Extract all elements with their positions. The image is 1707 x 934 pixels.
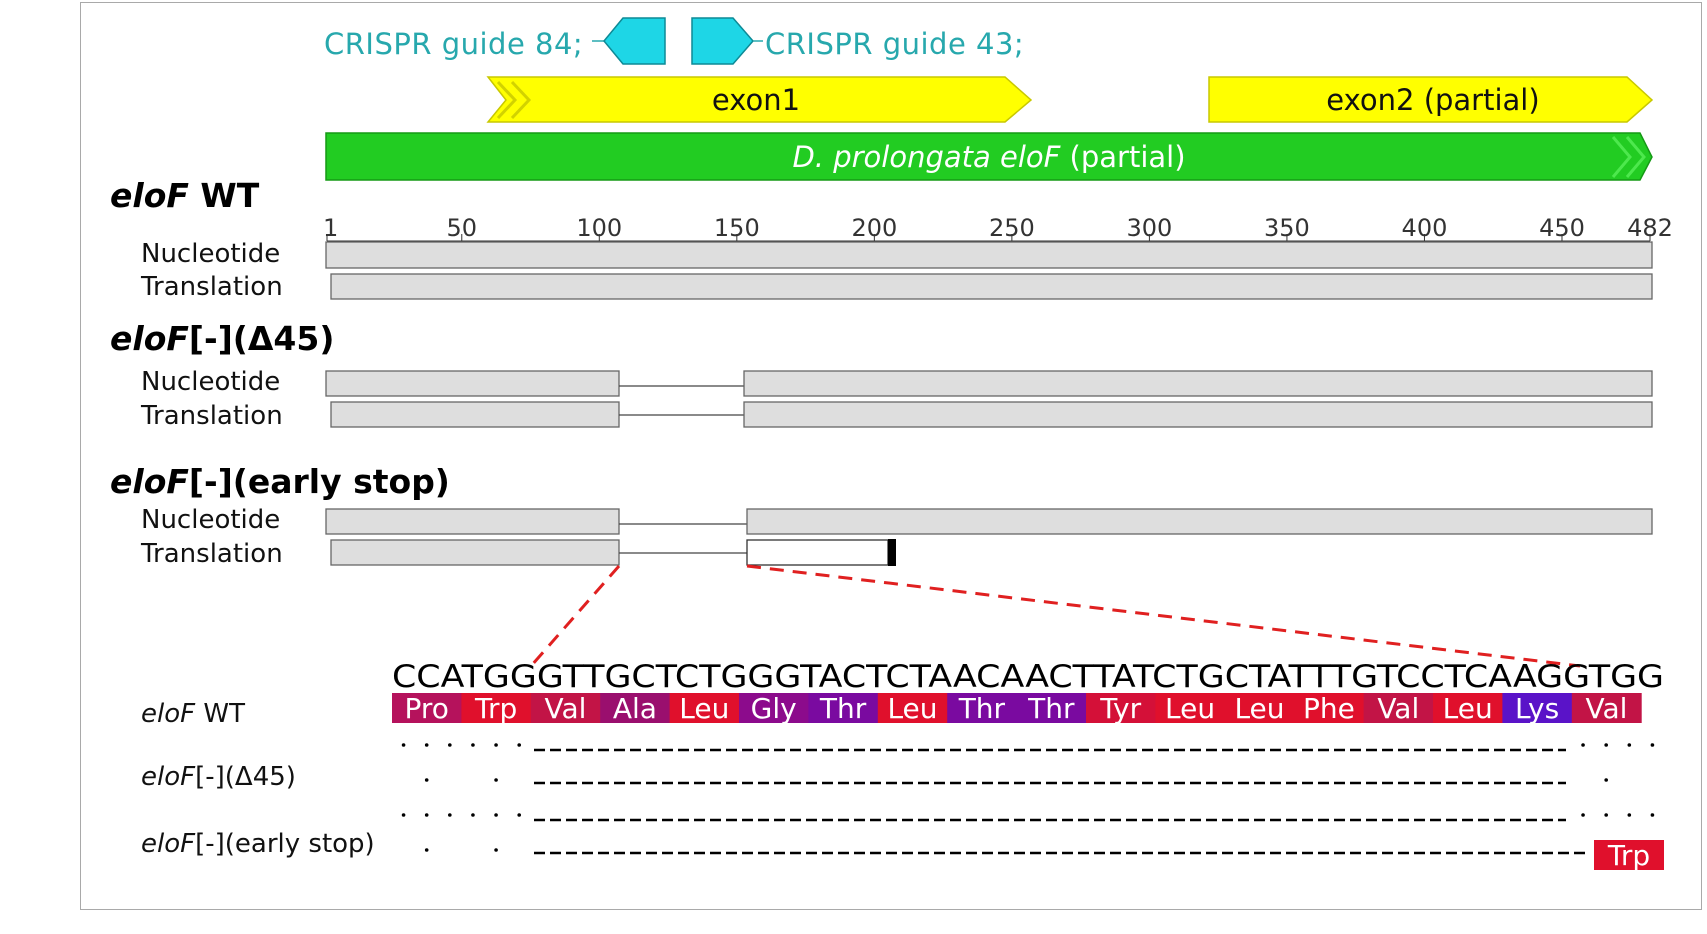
guide-43-arrow <box>691 17 754 65</box>
amino-acid-label: Gly <box>751 692 797 725</box>
d45-translation-label: Translation <box>140 401 283 431</box>
es-nucleotide-bar-right <box>746 508 1653 535</box>
exon2-label: exon2 (partial) <box>1326 83 1539 117</box>
zoom-line-left <box>529 565 621 667</box>
scale-tick-label: 350 <box>1264 214 1310 242</box>
es-translation-bar-left <box>330 539 620 566</box>
amino-acid-label: Thr <box>958 692 1006 725</box>
alignment-marks <box>401 743 1655 855</box>
scale-tick-label: 100 <box>576 214 622 242</box>
d45-nucleotide-bar-left <box>325 370 620 397</box>
guide-43-label: CRISPR guide 43; <box>765 27 1024 61</box>
guide-84-arrow <box>603 17 666 65</box>
es-stop-marker <box>888 539 896 566</box>
amino-acid-label: Leu <box>887 692 937 725</box>
scale-ticks: 1 50 100 150 200 250 300 350 400 450 482 <box>323 214 1673 242</box>
amino-acid-label: Tyr <box>1099 692 1141 725</box>
gene-diagram: CRISPR guide 84; CRISPR guide 43; exon1 … <box>110 17 1673 872</box>
d45-translation-bar-right <box>743 401 1653 428</box>
amino-acid-label: Ala <box>613 692 657 725</box>
wt-nucleotide-bar <box>325 241 1653 269</box>
stop-residue-label: Trp <box>1607 839 1650 872</box>
amino-acid-label: Val <box>545 692 587 725</box>
scale-tick-label: 1 <box>323 214 338 242</box>
scale-tick-label: 400 <box>1402 214 1448 242</box>
amino-acid-label: Thr <box>819 692 867 725</box>
amino-acid-label: Val <box>1377 692 1419 725</box>
zoom-line-right <box>746 564 1581 668</box>
amino-acid-label: Phe <box>1303 692 1355 725</box>
track-delta45-title: eloF[-](Δ45) <box>110 319 334 358</box>
amino-acid-label: Lys <box>1515 692 1559 725</box>
wt-sequence: CCATGGGTTGCTCTGGGTACTCTAACAACTTATCTGCTAT… <box>392 659 1664 695</box>
amino-acid-label: Pro <box>404 692 448 725</box>
d45-nucleotide-label: Nucleotide <box>141 367 280 397</box>
es-nucleotide-label: Nucleotide <box>141 505 280 535</box>
amino-acid-row: Pro Trp Val Ala Leu Gly Thr Leu Thr Thr Tyr Leu Leu P… <box>392 692 1642 725</box>
scale-tick-label: 450 <box>1539 214 1585 242</box>
es-nucleotide-bar-left <box>325 508 620 535</box>
es-translation-bar-truncated <box>746 539 889 566</box>
amino-acid-label: Thr <box>1027 692 1075 725</box>
guide-84-label: CRISPR guide 84; <box>324 27 583 61</box>
wt-nucleotide-label: Nucleotide <box>141 239 280 269</box>
wt-translation-bar <box>330 273 1653 300</box>
amino-acid-label: Trp <box>474 692 517 725</box>
amino-acid-label: Leu <box>1234 692 1284 725</box>
align-label-wt: eloF WT <box>141 699 245 729</box>
amino-acid-label: Leu <box>679 692 729 725</box>
scale-tick-label: 300 <box>1126 214 1172 242</box>
d45-nucleotide-bar-right <box>743 370 1653 397</box>
amino-acid-label: Leu <box>1443 692 1493 725</box>
amino-acid-label: Val <box>1586 692 1628 725</box>
track-earlystop-title: eloF[-](early stop) <box>110 462 450 501</box>
wt-translation-label: Translation <box>140 272 283 302</box>
scale-tick-label: 250 <box>989 214 1035 242</box>
align-label-d45: eloF[-](Δ45) <box>141 762 296 792</box>
scale-tick-label: 150 <box>714 214 760 242</box>
es-translation-label: Translation <box>140 539 283 569</box>
amino-acid-label: Leu <box>1165 692 1215 725</box>
exon1-label: exon1 <box>712 83 800 117</box>
scale-tick-label: 482 <box>1627 214 1673 242</box>
track-wt-title: eloF WT <box>110 176 260 215</box>
scale-tick-label: 200 <box>851 214 897 242</box>
d45-translation-bar-left <box>330 401 620 428</box>
gene-label: D. prolongata eloF (partial) <box>792 140 1185 174</box>
align-label-earlystop: eloF[-](early stop) <box>141 829 375 859</box>
scale-tick-label: 50 <box>447 214 478 242</box>
